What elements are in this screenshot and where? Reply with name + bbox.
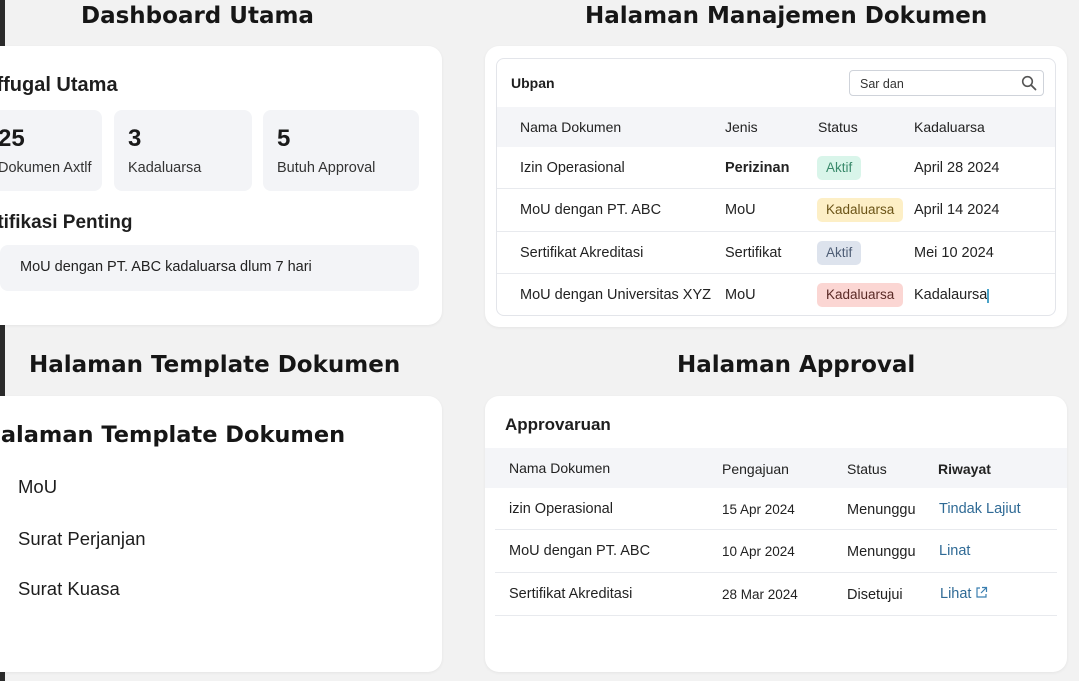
document-expiry: Mei 10 2024 — [914, 245, 994, 261]
templates-card: Halaman Template Dokumen MoU Surat Perja… — [0, 396, 442, 672]
approval-document-name: Sertifikat Akreditasi — [509, 586, 633, 602]
stat-label: Kadaluarsa — [128, 160, 202, 176]
document-name: Izin Operasional — [520, 160, 625, 176]
template-item-power-of-attorney[interactable]: Surat Kuasa — [18, 578, 120, 600]
column-header: Nama Dokumen — [520, 119, 622, 135]
stat-label: Butuh Approval — [277, 160, 376, 176]
documents-card: Ubpan Nama Dokumen Jenis Status Kadaluar… — [485, 46, 1067, 327]
document-expiry: Kadalaursa — [914, 287, 988, 303]
row-divider — [495, 529, 1057, 530]
notification-item[interactable]: MoU dengan PT. ABC kadaluarsa dlum 7 har… — [0, 245, 419, 291]
notifications-title: Notifikasi Penting — [0, 212, 133, 233]
status-badge: Kadaluarsa — [817, 283, 904, 307]
stat-value: 5 — [277, 125, 291, 152]
search-box[interactable] — [849, 70, 1044, 96]
row-divider — [497, 188, 1055, 189]
documents-panel-title: Ubpan — [511, 75, 555, 91]
approval-status: Disetujui — [847, 587, 903, 603]
search-icon[interactable] — [1021, 75, 1037, 91]
row-divider — [497, 231, 1055, 232]
status-badge: Kadaluarsa — [817, 198, 904, 222]
table-header: Nama Dokumen Pengajuan Status Riwayat — [485, 448, 1067, 488]
approval-section-title: Halaman Approval — [677, 352, 916, 378]
status-badge: Aktif — [817, 241, 862, 265]
document-name: MoU dengan PT. ABC — [520, 202, 662, 218]
document-type: Sertifikat — [725, 245, 782, 261]
documents-section-title: Halaman Manajemen Dokumen — [585, 3, 988, 29]
stat-expired[interactable]: 3 Kadaluarsa — [114, 110, 252, 191]
stat-value: 3 — [128, 125, 142, 152]
stat-label: Dokumen Axtlf — [0, 160, 92, 176]
approval-document-name: izin Operasional — [509, 501, 613, 517]
stat-value: 25 — [0, 125, 25, 152]
view-link[interactable]: Lihat — [940, 586, 971, 602]
stat-needs-approval[interactable]: 5 Butuh Approval — [263, 110, 419, 191]
search-input[interactable] — [860, 75, 1010, 92]
row-divider — [495, 572, 1057, 573]
document-type: MoU — [725, 287, 756, 303]
approval-date: 10 Apr 2024 — [722, 544, 795, 559]
column-header: Pengajuan — [722, 461, 789, 477]
follow-up-link[interactable]: Tindak Lajiut — [939, 501, 1021, 517]
document-name: Sertifikat Akreditasi — [520, 245, 644, 261]
row-divider — [497, 273, 1055, 274]
document-type: Perizinan — [725, 160, 790, 176]
documents-panel: Ubpan Nama Dokumen Jenis Status Kadaluar… — [496, 58, 1056, 316]
row-divider — [495, 615, 1057, 616]
template-item-agreement[interactable]: Surat Perjanjan — [18, 528, 146, 550]
dashboard-subtitle: Affugal Utama — [0, 74, 118, 96]
approval-panel-title: Approvaruan — [505, 415, 611, 434]
status-badge: Aktif — [817, 156, 862, 180]
approval-card: Approvaruan Nama Dokumen Pengajuan Statu… — [485, 396, 1067, 672]
document-type: MoU — [725, 202, 756, 218]
dashboard-section-title: Dashboard Utama — [81, 3, 314, 29]
view-link[interactable]: Linat — [939, 543, 970, 559]
column-header: Status — [847, 461, 887, 477]
column-header: Jenis — [725, 119, 758, 135]
approval-status: Menunggu — [847, 502, 916, 518]
template-item-mou[interactable]: MoU — [18, 476, 57, 498]
document-expiry: April 14 2024 — [914, 202, 1000, 218]
column-header: Nama Dokumen — [509, 460, 611, 476]
document-name: MoU dengan Universitas XYZ — [520, 287, 711, 303]
notification-text: MoU dengan PT. ABC kadaluarsa dlum 7 har… — [20, 259, 312, 275]
document-expiry: April 28 2024 — [914, 160, 1000, 176]
column-header: Status — [818, 119, 858, 135]
approval-document-name: MoU dengan PT. ABC — [509, 543, 651, 559]
approval-date: 15 Apr 2024 — [722, 502, 795, 517]
column-header: Kadaluarsa — [914, 119, 985, 135]
stat-active-documents[interactable]: 25 Dokumen Axtlf — [0, 110, 102, 191]
external-link-icon[interactable] — [975, 586, 988, 599]
table-header: Nama Dokumen Jenis Status Kadaluarsa — [497, 107, 1055, 147]
column-header: Riwayat — [938, 461, 991, 477]
dashboard-card: Affugal Utama 25 Dokumen Axtlf 3 Kadalua… — [0, 46, 442, 325]
approval-status: Menunggu — [847, 544, 916, 560]
templates-section-title: Halaman Template Dokumen — [29, 352, 401, 378]
text-cursor — [987, 289, 989, 303]
templates-heading: Halaman Template Dokumen — [0, 422, 346, 448]
approval-date: 28 Mar 2024 — [722, 587, 798, 602]
